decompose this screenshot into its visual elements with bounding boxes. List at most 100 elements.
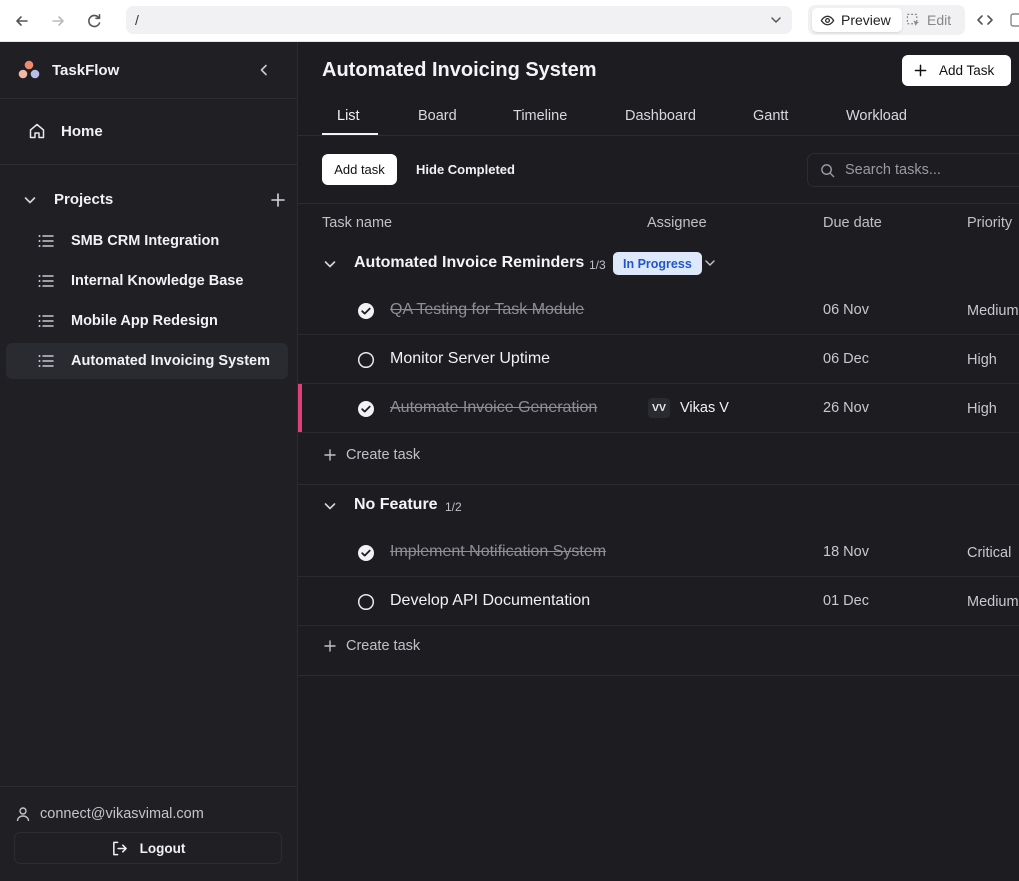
- priority[interactable]: High: [967, 352, 997, 368]
- user-email: connect@vikasvimal.com: [40, 806, 204, 822]
- table-row[interactable]: QA Testing for Task Module 06 Nov Medium: [298, 286, 1019, 335]
- add-project-icon[interactable]: [270, 192, 286, 208]
- priority[interactable]: Medium: [967, 594, 1019, 610]
- list-icon: [38, 234, 54, 248]
- sidebar-item-smb-crm-integration[interactable]: SMB CRM Integration: [6, 223, 288, 259]
- plus-icon: [324, 449, 336, 461]
- collapse-sidebar-icon[interactable]: [256, 62, 272, 78]
- tab-list[interactable]: List: [337, 108, 360, 124]
- column-due-date[interactable]: Due date: [823, 215, 882, 231]
- avatar: VV: [648, 398, 670, 418]
- tab-workload[interactable]: Workload: [846, 108, 907, 124]
- list-icon: [38, 314, 54, 328]
- search-input[interactable]: Search tasks...: [807, 153, 1019, 187]
- create-task-row[interactable]: Create task: [298, 433, 1019, 485]
- add-task-header-button[interactable]: Add Task: [902, 55, 1011, 86]
- panel-icon[interactable]: [1010, 11, 1019, 29]
- sidebar-item-automated-invoicing-system[interactable]: Automated Invoicing System: [6, 343, 288, 379]
- table-row[interactable]: Develop API Documentation 01 Dec Medium: [298, 577, 1019, 626]
- sidebar-divider: [0, 164, 298, 165]
- sidebar-item-home[interactable]: Home: [28, 122, 103, 140]
- create-task-label: Create task: [346, 447, 421, 463]
- column-assignee[interactable]: Assignee: [647, 215, 707, 231]
- chevron-down-icon[interactable]: [22, 192, 38, 208]
- column-priority[interactable]: Priority: [967, 215, 1012, 231]
- sidebar-item-internal-knowledge-base[interactable]: Internal Knowledge Base: [6, 263, 288, 299]
- hide-completed-button[interactable]: Hide Completed: [416, 162, 515, 177]
- add-task-button[interactable]: Add task: [322, 154, 397, 185]
- table-row[interactable]: Implement Notification System 18 Nov Cri…: [298, 528, 1019, 577]
- status-badge[interactable]: In Progress: [613, 252, 702, 275]
- task-title[interactable]: Implement Notification System: [390, 543, 606, 561]
- chevron-down-icon[interactable]: [704, 257, 716, 269]
- project-label: Mobile App Redesign: [71, 313, 218, 329]
- project-label: SMB CRM Integration: [71, 233, 220, 249]
- checked-circle-icon[interactable]: [357, 302, 375, 320]
- preview-button[interactable]: Preview: [812, 8, 902, 32]
- sidebar-item-mobile-app-redesign[interactable]: Mobile App Redesign: [6, 303, 288, 339]
- chevron-down-icon[interactable]: [770, 14, 782, 26]
- user-icon: [16, 806, 30, 822]
- logout-label: Logout: [139, 840, 186, 856]
- home-label: Home: [61, 122, 103, 140]
- tab-dashboard[interactable]: Dashboard: [625, 108, 696, 124]
- tab-board[interactable]: Board: [418, 108, 457, 124]
- create-task-row[interactable]: Create task: [298, 624, 1019, 676]
- table-row[interactable]: Monitor Server Uptime 06 Dec High: [298, 335, 1019, 384]
- mode-switch: Preview Edit: [808, 5, 965, 35]
- priority[interactable]: Medium: [967, 303, 1019, 319]
- reload-icon[interactable]: [83, 10, 105, 32]
- select-cursor-icon: [906, 13, 921, 28]
- assignee[interactable]: VV Vikas V: [648, 398, 729, 418]
- brand[interactable]: TaskFlow: [18, 60, 119, 80]
- tab-timeline[interactable]: Timeline: [513, 108, 567, 124]
- edit-label: Edit: [927, 12, 952, 28]
- forward-arrow-icon[interactable]: [47, 10, 69, 32]
- preview-label: Preview: [841, 12, 891, 28]
- chevron-down-icon[interactable]: [322, 498, 338, 514]
- checked-circle-icon[interactable]: [357, 400, 375, 418]
- active-tab-indicator: [322, 133, 378, 135]
- due-date[interactable]: 26 Nov: [823, 400, 869, 416]
- tab-gantt[interactable]: Gantt: [753, 108, 788, 124]
- eye-icon: [820, 13, 835, 28]
- url-bar[interactable]: /: [126, 6, 792, 34]
- chevron-down-icon[interactable]: [322, 256, 338, 272]
- due-date[interactable]: 06 Dec: [823, 351, 869, 367]
- column-task-name[interactable]: Task name: [322, 215, 392, 231]
- group-count: 1/2: [445, 500, 462, 514]
- empty-circle-icon[interactable]: [357, 593, 375, 611]
- search-icon: [820, 163, 835, 178]
- browser-toolbar: / Preview Edit: [0, 0, 1019, 42]
- app-name: TaskFlow: [52, 61, 120, 79]
- code-icon[interactable]: [976, 11, 994, 29]
- empty-circle-icon[interactable]: [357, 351, 375, 369]
- priority[interactable]: High: [967, 401, 997, 417]
- table-row[interactable]: Automate Invoice Generation VV Vikas V 2…: [298, 384, 1019, 433]
- task-title[interactable]: Monitor Server Uptime: [390, 350, 550, 368]
- group-name: No Feature: [354, 496, 438, 513]
- url-text: /: [135, 12, 139, 28]
- project-label: Internal Knowledge Base: [71, 273, 244, 289]
- task-title[interactable]: QA Testing for Task Module: [390, 301, 584, 319]
- home-icon: [28, 122, 46, 140]
- due-date[interactable]: 18 Nov: [823, 544, 869, 560]
- edit-button[interactable]: Edit: [906, 8, 951, 32]
- list-toolbar: Add task Hide Completed Search tasks...: [298, 136, 1019, 204]
- projects-section-header[interactable]: Projects: [22, 191, 286, 208]
- group-count: 1/3: [589, 258, 606, 272]
- checked-circle-icon[interactable]: [357, 544, 375, 562]
- priority[interactable]: Critical: [967, 545, 1011, 561]
- view-tabs: List Board Timeline Dashboard Gantt Work…: [298, 98, 1019, 136]
- plus-icon: [324, 640, 336, 652]
- group-header[interactable]: Automated Invoice Reminders 1/3 In Progr…: [298, 242, 1019, 286]
- projects-label: Projects: [54, 191, 114, 208]
- due-date[interactable]: 01 Dec: [823, 593, 869, 609]
- list-icon: [38, 354, 54, 368]
- logout-button[interactable]: Logout: [14, 832, 282, 864]
- back-arrow-icon[interactable]: [11, 10, 33, 32]
- task-title[interactable]: Develop API Documentation: [390, 592, 590, 610]
- due-date[interactable]: 06 Nov: [823, 302, 869, 318]
- group-header[interactable]: No Feature 1/2: [298, 484, 1019, 528]
- task-title[interactable]: Automate Invoice Generation: [390, 399, 597, 417]
